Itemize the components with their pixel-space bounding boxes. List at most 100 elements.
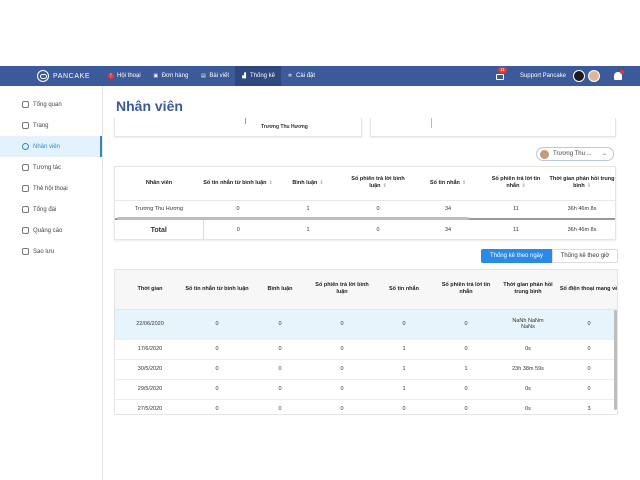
flag-icon (22, 122, 29, 129)
table-cell: 36h 46m 8s (567, 206, 597, 213)
sort-icon: ⇕ (586, 183, 591, 190)
notify-badge: 11 (497, 67, 507, 73)
table-row[interactable]: 27/5/2020 0 0 0 0 0 0s 3 (115, 399, 617, 414)
table-cell: 0 (373, 399, 435, 414)
sidebar-item-label: Trang (33, 122, 49, 129)
chevron-down-icon: ⌄ (601, 151, 607, 157)
user-avatar[interactable] (588, 70, 600, 82)
page-avatar[interactable] (573, 70, 585, 82)
table-cell: 23h 38m 59s (497, 359, 559, 380)
col-header[interactable]: Số điện thoại mang về (559, 270, 617, 310)
sidebar-item-label: Tổng quan (33, 101, 62, 108)
horizontal-scrollbar[interactable] (117, 217, 469, 220)
nav-item-label: Hội thoại (117, 73, 141, 79)
total-cell: 0 (203, 218, 273, 240)
brand[interactable]: PANCAKE (0, 66, 98, 86)
col-header[interactable]: Số phiên trả lời bình luận (311, 270, 373, 310)
table-cell: 0 (311, 359, 373, 380)
sidebar-item-backup[interactable]: Sao lưu (0, 241, 102, 262)
table-cell: 0 (311, 309, 373, 340)
table-cell: 1 (373, 359, 435, 380)
sort-icon: ⇕ (319, 179, 324, 186)
dashboard-icon (22, 101, 29, 108)
col-header[interactable]: Số phiên trả lời tin nhắn ⇕ (483, 167, 549, 201)
total-cell: 0 (343, 218, 413, 240)
table-cell: 0 (249, 339, 311, 360)
stats-by-hour-button[interactable]: Thống kê theo giờ (552, 249, 618, 263)
col-header[interactable]: Nhân viên (115, 167, 203, 201)
sort-icon: ⇕ (521, 183, 526, 190)
total-label: Total (115, 218, 204, 240)
col-header[interactable]: Số tin nhắn (373, 270, 435, 310)
vertical-scrollbar[interactable] (614, 310, 617, 410)
nav-item-orders[interactable]: ▣ Đơn hàng (147, 66, 195, 86)
table-row[interactable]: 17/6/2020 0 0 0 1 0 0s 0 (115, 339, 617, 360)
notification-button[interactable]: 11 (494, 67, 507, 81)
table-cell: 29/5/2020 (115, 379, 185, 400)
sort-icon: ⇕ (268, 179, 273, 186)
table-cell: 0 (559, 339, 617, 360)
col-header[interactable]: Bình luận ⇕ (273, 167, 343, 201)
daily-table: Thời gian Số tin nhắn từ bình luận Bình … (115, 270, 617, 414)
table-cell: 22/06/2020 (115, 309, 185, 340)
bell-icon[interactable] (614, 70, 624, 80)
nav-item-conversations[interactable]: ! Hội thoại (102, 66, 147, 86)
sort-icon: ⇕ (461, 179, 467, 186)
sidebar-item-overview[interactable]: Tổng quan (0, 94, 102, 115)
sidebar-item-label: Nhân viên (33, 143, 61, 150)
col-header[interactable]: Số phiên trả lời bình luận ⇕ (343, 167, 413, 201)
table-row[interactable]: 22/06/2020 0 0 0 0 0 NaNh NaNm NaNs 0 (115, 309, 617, 340)
total-cell: 1 (273, 218, 343, 240)
sidebar-item-switchboard[interactable]: Tổng đài (0, 199, 102, 220)
chart-card-left: Trương Thu Hương (114, 118, 362, 137)
chart-tick (245, 118, 246, 124)
nav-item-label: Đơn hàng (161, 73, 189, 79)
article-icon: ▤ (200, 73, 206, 79)
table-cell: 0 (185, 359, 249, 380)
staff-summary-table: Nhân viên Số tin nhắn từ bình luận ⇕ Bình… (114, 166, 616, 240)
table-cell: 0 (311, 399, 373, 414)
col-header[interactable]: Bình luận (249, 270, 311, 310)
gear-icon: ✲ (287, 73, 293, 79)
col-header[interactable]: Số tin nhắn từ bình luận ⇕ (203, 167, 273, 201)
total-cell: 34 (413, 218, 483, 240)
table-row[interactable]: 30/5/2020 0 0 0 1 1 23h 38m 59s 0 (115, 359, 617, 380)
staff-selector-value: Trương Thu ... (553, 151, 592, 157)
support-label[interactable]: Support Pancake (520, 73, 566, 79)
top-navbar: PANCAKE ! Hội thoại ▣ Đơn hàng ▤ Bài viế… (0, 66, 640, 86)
sidebar-item-ads[interactable]: Quảng cáo (0, 220, 102, 241)
nav-item-settings[interactable]: ✲ Cài đặt (281, 66, 321, 86)
sidebar-item-conversation-tags[interactable]: Thẻ hội thoại (0, 178, 102, 199)
nav-item-statistics[interactable]: ▟ Thống kê (235, 66, 282, 86)
daily-stats-table: Thời gian Số tin nhắn từ bình luận Bình … (114, 269, 618, 415)
chart-card-label: Trương Thu Hương (261, 124, 308, 130)
table-cell: 1 (373, 379, 435, 400)
sidebar-item-label: Tương tác (33, 164, 61, 171)
col-header[interactable]: Số phiên trả lời tin nhắn (435, 270, 497, 310)
table-cell: 0 (249, 309, 311, 340)
chart-card-right (370, 118, 616, 137)
table-cell: 0 (311, 379, 373, 400)
col-header[interactable]: Thời gian phản hồi trung bình (497, 270, 559, 310)
stats-by-day-button[interactable]: Thống kê theo ngày (481, 249, 552, 263)
table-row[interactable]: 29/5/2020 0 0 0 1 0 0s 0 (115, 379, 617, 400)
sort-icon: ⇕ (382, 183, 387, 190)
table-cell: 0 (435, 399, 497, 414)
table-cell: 0 (249, 399, 311, 414)
sidebar-item-interaction[interactable]: Tương tác (0, 157, 102, 178)
table-cell: 0 (435, 309, 497, 340)
staff-selector[interactable]: Trương Thu ... ⌄ (536, 147, 614, 161)
inbox-icon (495, 74, 504, 80)
col-header[interactable]: Thời gian (115, 270, 185, 310)
table-cell: 27/5/2020 (115, 399, 185, 414)
table-cell: 0 (373, 309, 435, 340)
col-header[interactable]: Thời gian phản hồi trung bình ⇕ (549, 167, 615, 201)
staff-table: Nhân viên Số tin nhắn từ bình luận ⇕ Bình… (115, 167, 615, 240)
table-header-row: Nhân viên Số tin nhắn từ bình luận ⇕ Bình… (115, 167, 615, 201)
sidebar-item-label: Tổng đài (33, 206, 57, 213)
sidebar-item-staff[interactable]: Nhân viên (0, 136, 102, 157)
col-header[interactable]: Số tin nhắn ⇕ (413, 167, 483, 201)
col-header[interactable]: Số tin nhắn từ bình luận (185, 270, 249, 310)
nav-item-posts[interactable]: ▤ Bài viết (194, 66, 235, 86)
sidebar-item-page[interactable]: Trang (0, 115, 102, 136)
